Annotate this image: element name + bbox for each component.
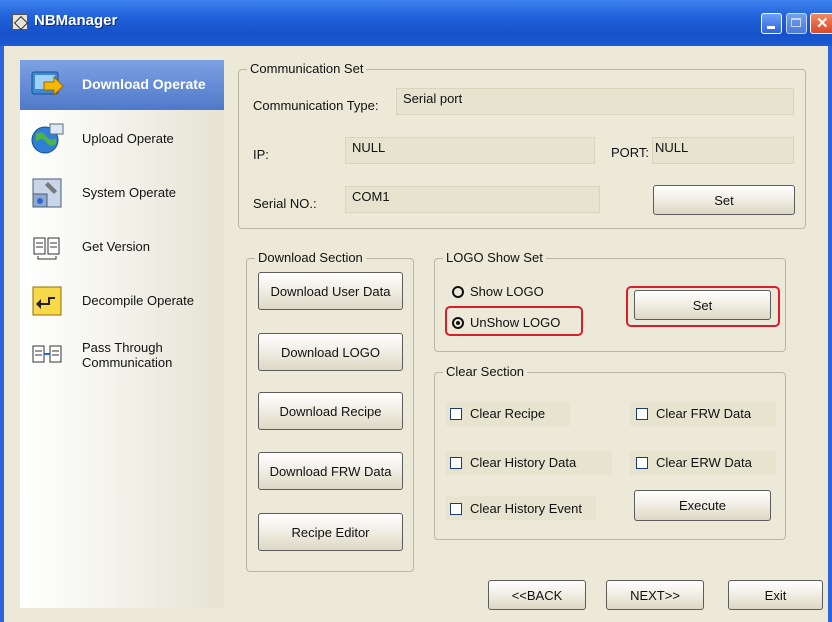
title-bar[interactable]: NBManager	[0, 0, 832, 46]
window-frame-left	[0, 46, 4, 622]
back-button[interactable]: <<BACK	[488, 580, 586, 610]
checkbox-icon	[450, 408, 462, 420]
sidebar-item-label: Pass Through Communication	[82, 340, 172, 370]
download-recipe-button[interactable]: Download Recipe	[258, 392, 403, 430]
radio-selected-icon	[452, 317, 464, 329]
clear-history-event-checkbox[interactable]: Clear History Event	[450, 501, 582, 516]
download-arrow-icon	[31, 71, 64, 97]
clear-frw-data-checkbox[interactable]: Clear FRW Data	[636, 406, 751, 421]
sidebar-item-download-operate[interactable]: Download Operate	[20, 60, 224, 110]
sidebar-item-decompile-operate[interactable]: Decompile Operate	[20, 276, 224, 326]
checkbox-icon	[450, 503, 462, 515]
version-docs-icon	[33, 237, 60, 260]
group-title: Clear Section	[443, 364, 528, 379]
globe-upload-icon	[31, 123, 64, 154]
logo-set-button[interactable]: Set	[634, 290, 771, 320]
ip-field[interactable]: NULL	[345, 137, 595, 164]
serial-no-label: Serial NO.:	[253, 196, 317, 211]
unshow-logo-label: UnShow LOGO	[470, 315, 561, 330]
group-title: Communication Set	[247, 61, 367, 76]
sidebar-item-label: System Operate	[82, 185, 176, 200]
download-user-data-button[interactable]: Download User Data	[258, 272, 403, 310]
window-title: NBManager	[34, 12, 118, 29]
download-frw-data-button[interactable]: Download FRW Data	[258, 452, 403, 490]
sidebar-item-pass-through-communication[interactable]: Pass Through Communication	[20, 330, 224, 380]
clear-recipe-checkbox[interactable]: Clear Recipe	[450, 406, 545, 421]
sidebar-item-label: Get Version	[82, 239, 150, 254]
clear-erw-data-checkbox[interactable]: Clear ERW Data	[636, 455, 752, 470]
group-title: Download Section	[255, 250, 366, 265]
exit-button[interactable]: Exit	[728, 580, 823, 610]
sidebar-item-upload-operate[interactable]: Upload Operate	[20, 114, 224, 164]
clear-history-event-label: Clear History Event	[470, 501, 582, 516]
next-button[interactable]: NEXT>>	[606, 580, 704, 610]
recipe-editor-button[interactable]: Recipe Editor	[258, 513, 403, 551]
clear-erw-data-label: Clear ERW Data	[656, 455, 752, 470]
nbmanager-window: NBManager Download Operate Upload Operat…	[0, 0, 832, 622]
clear-recipe-label: Clear Recipe	[470, 406, 546, 421]
port-label: PORT:	[611, 145, 650, 160]
checkbox-icon	[636, 457, 648, 469]
checkbox-icon	[450, 457, 462, 469]
show-logo-label: Show LOGO	[470, 284, 544, 299]
minimize-button[interactable]	[761, 13, 782, 34]
sidebar-item-label: Decompile Operate	[82, 293, 194, 308]
pass-through-icon	[32, 345, 62, 363]
window-frame-right	[828, 46, 832, 622]
clear-history-data-label: Clear History Data	[470, 455, 577, 470]
show-logo-radio[interactable]: Show LOGO	[452, 284, 544, 299]
download-logo-button[interactable]: Download LOGO	[258, 333, 403, 371]
decompile-folder-icon	[32, 286, 62, 316]
close-button[interactable]	[810, 13, 832, 34]
checkbox-icon	[636, 408, 648, 420]
communication-type-label: Communication Type:	[253, 98, 379, 113]
sidebar-item-label-line1: Pass Through	[82, 340, 163, 355]
ip-label: IP:	[253, 147, 269, 162]
port-field[interactable]: NULL	[652, 137, 794, 164]
communication-set-button[interactable]: Set	[653, 185, 795, 215]
group-title: LOGO Show Set	[443, 250, 546, 265]
sidebar-item-get-version[interactable]: Get Version	[20, 222, 224, 272]
radio-circle-icon	[452, 286, 464, 298]
maximize-button[interactable]	[786, 13, 807, 34]
communication-type-field[interactable]: Serial port	[396, 88, 794, 115]
clear-history-data-checkbox[interactable]: Clear History Data	[450, 455, 576, 470]
clear-frw-data-label: Clear FRW Data	[656, 406, 752, 421]
sidebar-item-system-operate[interactable]: System Operate	[20, 168, 224, 218]
sidebar: Download Operate Upload Operate System O…	[20, 60, 224, 608]
sidebar-item-label-line2: Communication	[82, 355, 173, 370]
system-tools-icon	[32, 178, 62, 208]
unshow-logo-radio[interactable]: UnShow LOGO	[452, 315, 560, 330]
sidebar-item-label: Upload Operate	[82, 131, 174, 146]
serial-no-field[interactable]: COM1	[345, 186, 600, 213]
app-icon	[12, 14, 28, 30]
sidebar-item-label: Download Operate	[82, 76, 206, 92]
execute-button[interactable]: Execute	[634, 490, 771, 521]
